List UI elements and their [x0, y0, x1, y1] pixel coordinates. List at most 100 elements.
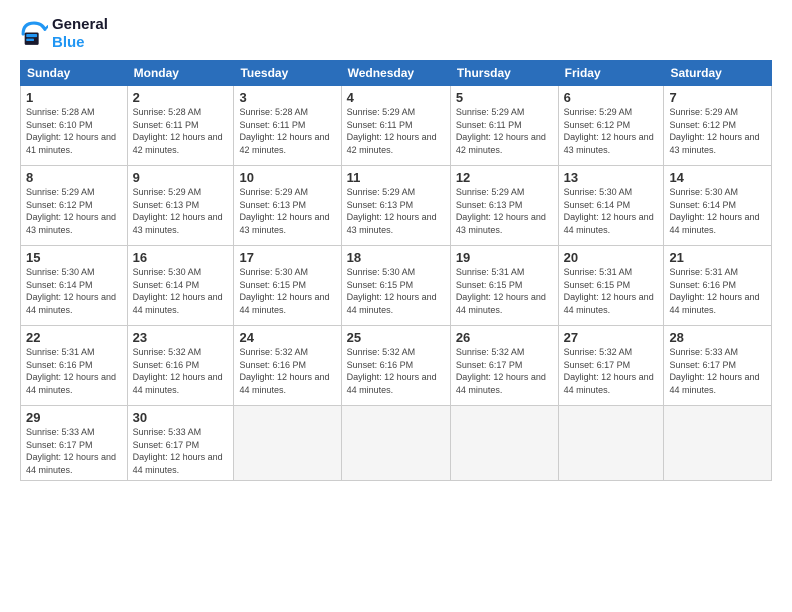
day-number: 29: [26, 410, 122, 425]
day-info: Sunrise: 5:29 AMSunset: 6:13 PMDaylight:…: [239, 186, 335, 236]
day-number: 13: [564, 170, 659, 185]
calendar-cell: 9Sunrise: 5:29 AMSunset: 6:13 PMDaylight…: [127, 166, 234, 246]
calendar-cell: [558, 406, 664, 481]
day-info: Sunrise: 5:31 AMSunset: 6:15 PMDaylight:…: [564, 266, 659, 316]
calendar-cell: 5Sunrise: 5:29 AMSunset: 6:11 PMDaylight…: [450, 86, 558, 166]
calendar-cell: 6Sunrise: 5:29 AMSunset: 6:12 PMDaylight…: [558, 86, 664, 166]
day-info: Sunrise: 5:32 AMSunset: 6:17 PMDaylight:…: [456, 346, 553, 396]
calendar-cell: 2Sunrise: 5:28 AMSunset: 6:11 PMDaylight…: [127, 86, 234, 166]
col-monday: Monday: [127, 61, 234, 86]
day-number: 20: [564, 250, 659, 265]
day-number: 14: [669, 170, 766, 185]
calendar-cell: [664, 406, 772, 481]
day-info: Sunrise: 5:30 AMSunset: 6:15 PMDaylight:…: [239, 266, 335, 316]
calendar-cell: 12Sunrise: 5:29 AMSunset: 6:13 PMDayligh…: [450, 166, 558, 246]
calendar-cell: 20Sunrise: 5:31 AMSunset: 6:15 PMDayligh…: [558, 246, 664, 326]
day-info: Sunrise: 5:32 AMSunset: 6:16 PMDaylight:…: [239, 346, 335, 396]
day-number: 22: [26, 330, 122, 345]
calendar-cell: 26Sunrise: 5:32 AMSunset: 6:17 PMDayligh…: [450, 326, 558, 406]
page: General Blue Sunday Monday Tuesday Wedne…: [0, 0, 792, 612]
day-number: 3: [239, 90, 335, 105]
calendar-row: 15Sunrise: 5:30 AMSunset: 6:14 PMDayligh…: [21, 246, 772, 326]
col-sunday: Sunday: [21, 61, 128, 86]
day-number: 2: [133, 90, 229, 105]
calendar-cell: 19Sunrise: 5:31 AMSunset: 6:15 PMDayligh…: [450, 246, 558, 326]
calendar-cell: 27Sunrise: 5:32 AMSunset: 6:17 PMDayligh…: [558, 326, 664, 406]
header: General Blue: [20, 16, 772, 52]
calendar-row: 22Sunrise: 5:31 AMSunset: 6:16 PMDayligh…: [21, 326, 772, 406]
day-number: 6: [564, 90, 659, 105]
calendar-cell: [341, 406, 450, 481]
day-info: Sunrise: 5:29 AMSunset: 6:12 PMDaylight:…: [564, 106, 659, 156]
col-friday: Friday: [558, 61, 664, 86]
calendar-row: 1Sunrise: 5:28 AMSunset: 6:10 PMDaylight…: [21, 86, 772, 166]
day-info: Sunrise: 5:31 AMSunset: 6:16 PMDaylight:…: [669, 266, 766, 316]
calendar-cell: 25Sunrise: 5:32 AMSunset: 6:16 PMDayligh…: [341, 326, 450, 406]
col-thursday: Thursday: [450, 61, 558, 86]
day-number: 24: [239, 330, 335, 345]
day-number: 28: [669, 330, 766, 345]
day-info: Sunrise: 5:29 AMSunset: 6:13 PMDaylight:…: [456, 186, 553, 236]
day-info: Sunrise: 5:28 AMSunset: 6:11 PMDaylight:…: [133, 106, 229, 156]
col-wednesday: Wednesday: [341, 61, 450, 86]
calendar-cell: 30Sunrise: 5:33 AMSunset: 6:17 PMDayligh…: [127, 406, 234, 481]
calendar-cell: 14Sunrise: 5:30 AMSunset: 6:14 PMDayligh…: [664, 166, 772, 246]
day-number: 15: [26, 250, 122, 265]
calendar-cell: 16Sunrise: 5:30 AMSunset: 6:14 PMDayligh…: [127, 246, 234, 326]
day-info: Sunrise: 5:30 AMSunset: 6:14 PMDaylight:…: [133, 266, 229, 316]
col-tuesday: Tuesday: [234, 61, 341, 86]
calendar-cell: [450, 406, 558, 481]
calendar-row: 29 Sunrise: 5:33 AMSunset: 6:17 PMDayligh…: [21, 406, 772, 481]
logo: General Blue: [20, 16, 108, 52]
calendar-row: 8Sunrise: 5:29 AMSunset: 6:12 PMDaylight…: [21, 166, 772, 246]
day-number: 17: [239, 250, 335, 265]
day-info: Sunrise: 5:30 AMSunset: 6:14 PMDaylight:…: [564, 186, 659, 236]
calendar-cell: [234, 406, 341, 481]
day-info: Sunrise: 5:29 AMSunset: 6:12 PMDaylight:…: [26, 186, 122, 236]
day-number: 10: [239, 170, 335, 185]
day-number: 4: [347, 90, 445, 105]
calendar-cell: 7Sunrise: 5:29 AMSunset: 6:12 PMDaylight…: [664, 86, 772, 166]
day-number: 9: [133, 170, 229, 185]
calendar-cell: 17Sunrise: 5:30 AMSunset: 6:15 PMDayligh…: [234, 246, 341, 326]
logo-icon: [20, 20, 48, 48]
day-number: 23: [133, 330, 229, 345]
day-info: Sunrise: 5:28 AMSunset: 6:11 PMDaylight:…: [239, 106, 335, 156]
day-info: Sunrise: 5:30 AMSunset: 6:15 PMDaylight:…: [347, 266, 445, 316]
day-info: Sunrise: 5:28 AMSunset: 6:10 PMDaylight:…: [26, 106, 122, 156]
day-number: 5: [456, 90, 553, 105]
calendar-cell: 10Sunrise: 5:29 AMSunset: 6:13 PMDayligh…: [234, 166, 341, 246]
day-number: 8: [26, 170, 122, 185]
calendar-cell: 1Sunrise: 5:28 AMSunset: 6:10 PMDaylight…: [21, 86, 128, 166]
day-number: 7: [669, 90, 766, 105]
calendar-cell: 3Sunrise: 5:28 AMSunset: 6:11 PMDaylight…: [234, 86, 341, 166]
calendar-header-row: Sunday Monday Tuesday Wednesday Thursday…: [21, 61, 772, 86]
day-number: 26: [456, 330, 553, 345]
logo-text: General Blue: [52, 16, 108, 52]
day-number: 27: [564, 330, 659, 345]
day-number: 25: [347, 330, 445, 345]
col-saturday: Saturday: [664, 61, 772, 86]
calendar-cell: 4Sunrise: 5:29 AMSunset: 6:11 PMDaylight…: [341, 86, 450, 166]
day-info: Sunrise: 5:31 AMSunset: 6:15 PMDaylight:…: [456, 266, 553, 316]
day-info: Sunrise: 5:30 AMSunset: 6:14 PMDaylight:…: [26, 266, 122, 316]
day-info: Sunrise: 5:32 AMSunset: 6:16 PMDaylight:…: [347, 346, 445, 396]
calendar-cell: 23Sunrise: 5:32 AMSunset: 6:16 PMDayligh…: [127, 326, 234, 406]
calendar-cell: 18Sunrise: 5:30 AMSunset: 6:15 PMDayligh…: [341, 246, 450, 326]
day-info: Sunrise: 5:33 AMSunset: 6:17 PMDaylight:…: [133, 426, 229, 476]
calendar-cell: 15Sunrise: 5:30 AMSunset: 6:14 PMDayligh…: [21, 246, 128, 326]
calendar-cell: 28Sunrise: 5:33 AMSunset: 6:17 PMDayligh…: [664, 326, 772, 406]
day-number: 12: [456, 170, 553, 185]
day-info: Sunrise: 5:33 AMSunset: 6:17 PMDaylight:…: [669, 346, 766, 396]
day-number: 18: [347, 250, 445, 265]
calendar-cell: 24Sunrise: 5:32 AMSunset: 6:16 PMDayligh…: [234, 326, 341, 406]
day-info: Sunrise: 5:29 AMSunset: 6:13 PMDaylight:…: [133, 186, 229, 236]
calendar-cell: 21Sunrise: 5:31 AMSunset: 6:16 PMDayligh…: [664, 246, 772, 326]
day-info: Sunrise: 5:29 AMSunset: 6:11 PMDaylight:…: [456, 106, 553, 156]
calendar: Sunday Monday Tuesday Wednesday Thursday…: [20, 60, 772, 481]
day-info: Sunrise: 5:32 AMSunset: 6:16 PMDaylight:…: [133, 346, 229, 396]
day-info: Sunrise: 5:32 AMSunset: 6:17 PMDaylight:…: [564, 346, 659, 396]
calendar-cell: 11Sunrise: 5:29 AMSunset: 6:13 PMDayligh…: [341, 166, 450, 246]
day-info: Sunrise: 5:31 AMSunset: 6:16 PMDaylight:…: [26, 346, 122, 396]
day-number: 1: [26, 90, 122, 105]
